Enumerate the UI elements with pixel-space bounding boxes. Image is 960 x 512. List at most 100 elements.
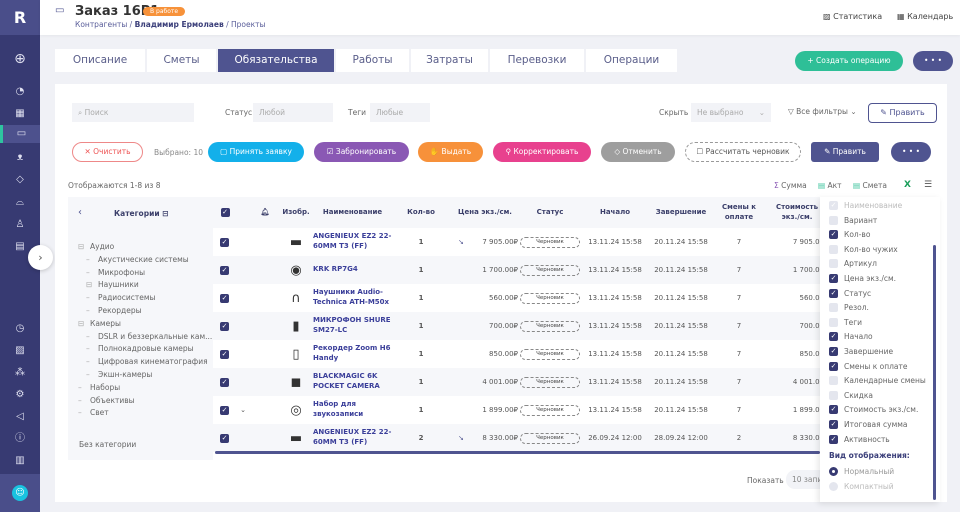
row-select[interactable]: ✓ xyxy=(220,396,232,424)
category-item[interactable]: Рекордеры – xyxy=(86,306,142,315)
category-item[interactable]: Экшн-камеры – xyxy=(86,370,152,379)
breadcrumb-item[interactable]: Владимир Ермолаев xyxy=(135,20,224,29)
column-toggle[interactable]: ✓ Цена экз./см. xyxy=(829,274,896,283)
column-toggle[interactable]: ✓ Теги xyxy=(829,317,862,327)
table-row[interactable]: ✓ ◼ BLACKMAGIC 6K POCKET CAMERA 1 4 001.00₽ Ч… xyxy=(213,368,824,396)
clear-button[interactable]: ✕ Очистить xyxy=(72,142,143,162)
header-shifts[interactable]: Смены к оплате xyxy=(716,197,762,228)
chart-icon[interactable]: ▨ xyxy=(0,342,40,360)
row-select[interactable]: ✓ xyxy=(220,228,232,256)
service-icon[interactable]: ⌓ xyxy=(0,194,40,212)
help-icon[interactable]: ⓘ xyxy=(0,430,40,448)
header-name[interactable]: Наименование xyxy=(315,197,390,228)
product-name[interactable]: KRK RP7G4 xyxy=(313,256,405,284)
row-checkbox[interactable]: ✓ xyxy=(220,321,229,331)
columns-settings-icon[interactable]: ☰ xyxy=(924,180,932,190)
column-toggle[interactable]: ✓ Артикул xyxy=(829,259,877,269)
column-toggle[interactable]: ✓ Кол-во чужих xyxy=(829,244,898,254)
structure-icon[interactable]: ⁂ xyxy=(0,364,40,382)
table-row[interactable]: ✓ ⌄ ◎ Набор для звукозаписи 1 1 899.00₽ Чернов… xyxy=(213,396,824,424)
column-toggle[interactable]: ✓ Скидка xyxy=(829,390,873,400)
row-select[interactable]: ✓ xyxy=(220,312,232,340)
column-toggle[interactable]: ✓ Завершение xyxy=(829,347,893,356)
product-name[interactable]: Рекордер Zoom H6 Handy xyxy=(313,340,405,368)
row-select[interactable]: ✓ xyxy=(220,284,232,312)
product-name[interactable]: ANGENIEUX EZ2 22-60MM T3 (FF) xyxy=(313,228,405,256)
tab-description[interactable]: Описание xyxy=(55,49,145,72)
table-row[interactable]: ✓ ▬ ANGENIEUX EZ2 22-60MM T3 (FF) 2 8 330.00… xyxy=(213,424,824,452)
dashboard-icon[interactable]: ◔ xyxy=(0,83,40,101)
tab-transport[interactable]: Перевозки xyxy=(490,49,584,72)
calculate-draft-button[interactable]: ☐ Рассчитать черновик xyxy=(685,142,801,162)
category-item[interactable]: Микрофоны – xyxy=(86,268,145,277)
row-checkbox[interactable]: ✓ xyxy=(220,237,229,247)
settings-icon[interactable]: ⚙ xyxy=(0,386,40,404)
column-toggle[interactable]: ✓ Статус xyxy=(829,288,871,298)
product-name[interactable]: ANGENIEUX EZ2 22-60MM T3 (FF) xyxy=(313,424,405,452)
row-checkbox[interactable]: ✓ xyxy=(220,405,229,415)
table-row[interactable]: ✓ ▮ МИКРОФОН SHURE SM27-LC 1 700.00₽ Черновик… xyxy=(213,312,824,340)
edit-filters-button[interactable]: ✎ Править xyxy=(868,103,937,123)
header-start[interactable]: Начало xyxy=(585,197,645,228)
megaphone-icon[interactable]: ◁ xyxy=(0,408,40,426)
header-status[interactable]: Статус xyxy=(520,197,580,228)
category-item[interactable]: Цифровая кинематография – xyxy=(86,357,208,366)
users-icon[interactable]: ᴥ xyxy=(0,149,40,167)
more-button[interactable]: • • • xyxy=(913,51,953,71)
cancel-button[interactable]: ◇ Отменить xyxy=(601,142,675,162)
briefcase-icon[interactable]: ▭ xyxy=(0,125,40,143)
bell-icon[interactable]: 🔔︎ xyxy=(258,197,272,228)
column-toggle[interactable]: ✓ Смены к оплате xyxy=(829,361,908,371)
category-item[interactable]: Объективы – xyxy=(78,396,135,405)
calendar-icon[interactable]: ▦ xyxy=(0,105,40,123)
view-compact-radio[interactable]: Компактный xyxy=(829,482,894,491)
hide-select[interactable]: Не выбрано ⌄ xyxy=(691,103,771,122)
edit-button[interactable]: ✎ Править xyxy=(811,142,879,162)
row-select[interactable]: ✓ xyxy=(220,256,232,284)
calendar-link[interactable]: ▦ Календарь xyxy=(897,12,953,21)
all-filters-button[interactable]: ▽ Все фильтры ⌄ xyxy=(788,107,857,116)
column-toggle[interactable]: ✓ Начало xyxy=(829,332,873,342)
menu-scrollbar[interactable] xyxy=(933,245,936,500)
logo[interactable]: R xyxy=(0,0,40,35)
tags-select[interactable]: Любые xyxy=(370,103,430,122)
tab-operations[interactable]: Операции xyxy=(586,49,677,72)
table-row[interactable]: ✓ ▯ Рекордер Zoom H6 Handy 1 850.00₽ Черновик… xyxy=(213,340,824,368)
expand-sidebar-button[interactable]: › xyxy=(28,245,53,270)
row-select[interactable]: ✓ xyxy=(220,340,232,368)
header-end[interactable]: Завершение xyxy=(650,197,712,228)
product-name[interactable]: BLACKMAGIC 6K POCKET CAMERA xyxy=(313,368,405,396)
row-select[interactable]: ✓ xyxy=(220,424,232,452)
create-operation-button[interactable]: + Создать операцию xyxy=(795,51,903,71)
category-item[interactable]: Радиосистемы – xyxy=(86,293,155,302)
microscope-icon[interactable]: ♙ xyxy=(0,216,40,234)
row-checkbox[interactable]: ✓ xyxy=(220,377,229,387)
table-row[interactable]: ✓ ∩ Наушники Audio-Technica ATH-M50x 1 560.0… xyxy=(213,284,824,312)
issue-button[interactable]: ✋ Выдать xyxy=(418,142,483,162)
category-item[interactable]: Полнокадровые камеры – xyxy=(86,344,194,353)
breadcrumb-item[interactable]: Контрагенты xyxy=(75,20,127,29)
category-item[interactable]: DSLR и беззеркальные кам... – xyxy=(86,332,212,341)
table-row[interactable]: ✓ ◉ KRK RP7G4 1 1 700.00₽ Черновик 13.11.24 15… xyxy=(213,256,824,284)
select-all-checkbox[interactable]: ✓ xyxy=(218,197,232,228)
row-checkbox[interactable]: ✓ xyxy=(220,293,229,303)
column-toggle[interactable]: ✓ Активность xyxy=(829,434,890,444)
excel-icon[interactable]: X xyxy=(904,180,911,190)
tab-works[interactable]: Работы xyxy=(336,49,409,72)
tab-obligations[interactable]: Обязательства xyxy=(218,49,334,72)
column-toggle[interactable]: ✓ Календарные смены xyxy=(829,376,926,386)
product-name[interactable]: МИКРОФОН SHURE SM27-LC xyxy=(313,312,405,340)
header-qty[interactable]: Кол-во xyxy=(400,197,442,228)
tag-icon[interactable]: ◇ xyxy=(0,171,40,189)
archive-icon[interactable]: ▥ xyxy=(0,452,40,470)
category-item[interactable]: Аудио ⊟ xyxy=(78,242,114,251)
statistics-link[interactable]: ▨ Статистика xyxy=(823,12,882,21)
category-item[interactable]: Наушники ⊟ xyxy=(86,280,139,289)
no-category[interactable]: Без категории xyxy=(79,440,136,449)
row-checkbox[interactable]: ✓ xyxy=(220,349,229,359)
row-checkbox[interactable]: ✓ xyxy=(220,265,229,275)
collapse-categories-icon[interactable]: ‹ xyxy=(78,207,82,218)
more-actions-button[interactable]: • • • xyxy=(891,142,931,162)
column-toggle[interactable]: ✓ Кол-во xyxy=(829,230,870,240)
expand-icon[interactable]: ⌄ xyxy=(237,396,249,424)
